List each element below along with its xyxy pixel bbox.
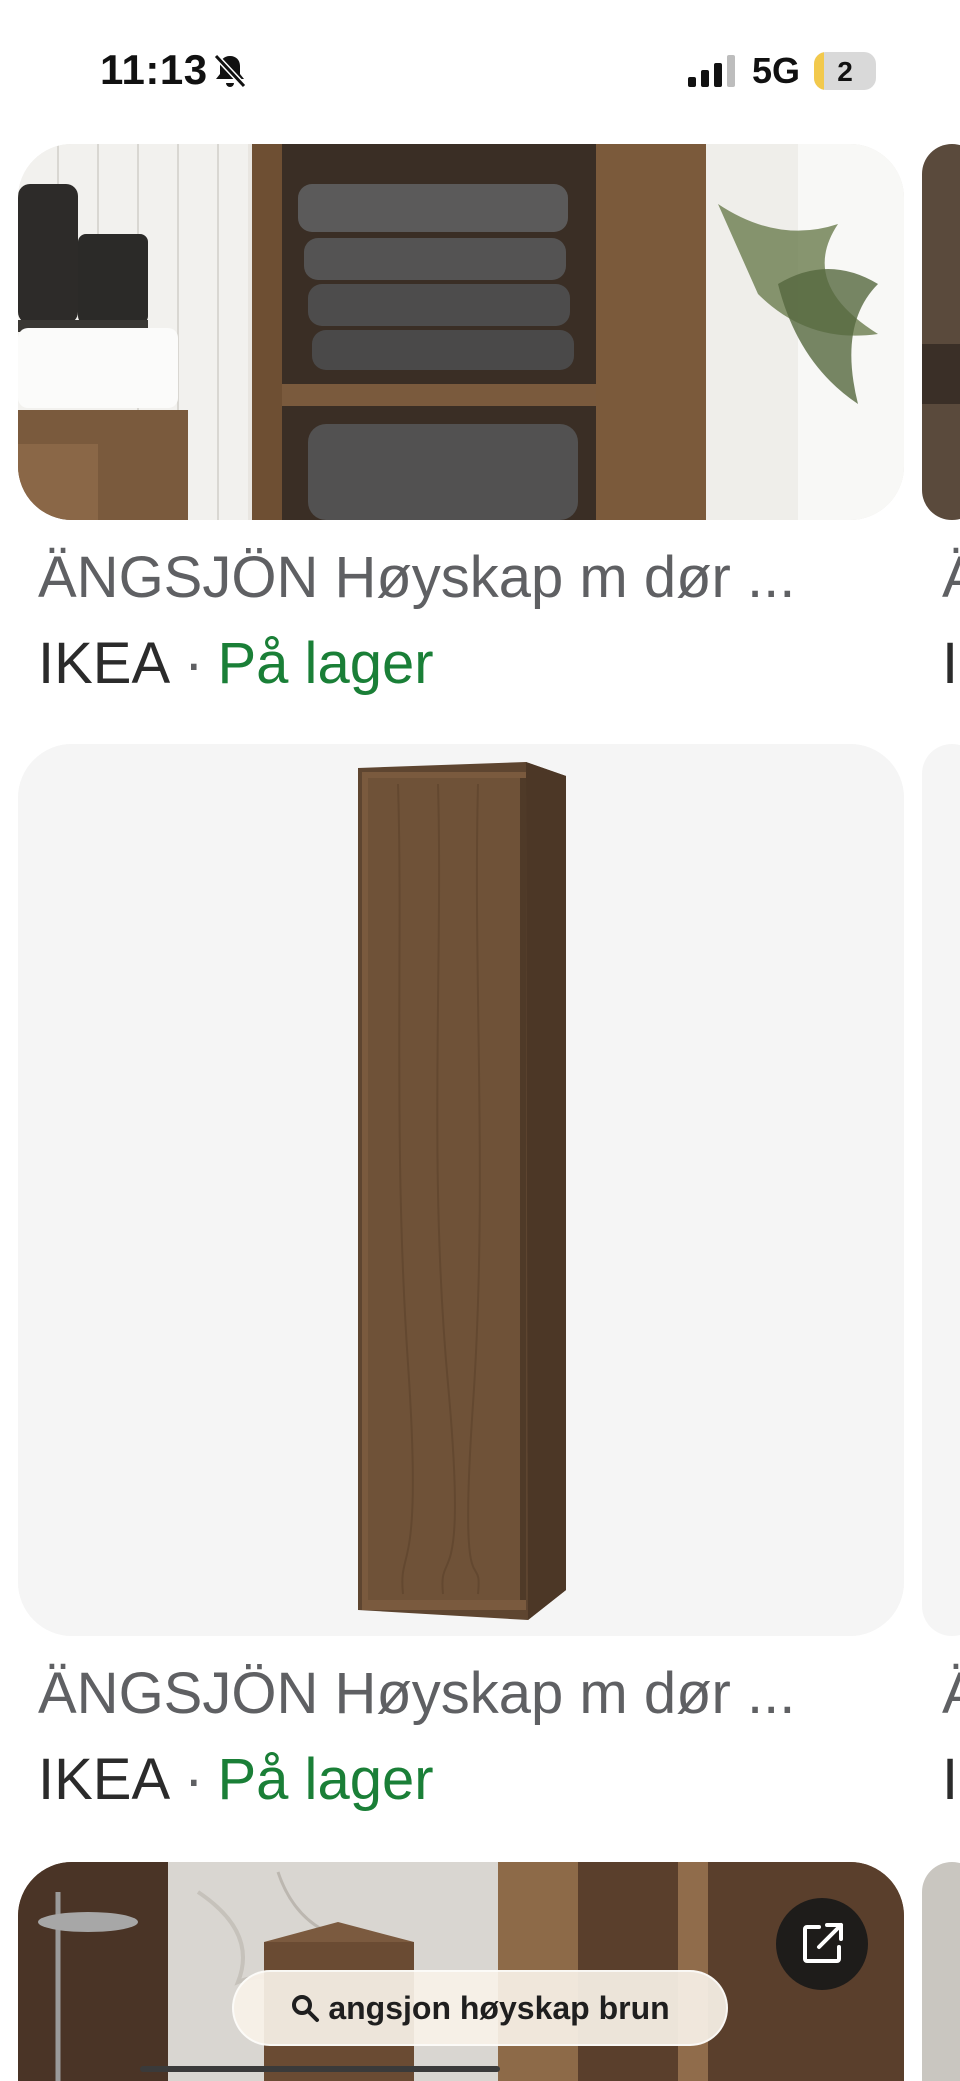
status-time: 11:13 — [100, 46, 208, 93]
availability-badge: På lager — [217, 631, 434, 696]
peek-result-image[interactable] — [922, 1862, 960, 2081]
result-image-tall-cabinet[interactable] — [18, 744, 904, 1636]
battery-icon: 2 — [814, 52, 876, 90]
search-query-text: angsjon høyskap brun — [328, 1989, 670, 2026]
open-external-button[interactable] — [776, 1898, 868, 1990]
result-store: IKEA — [38, 631, 171, 696]
result-title[interactable]: ÄNGSJÖN Høyskap m dør ... — [38, 1660, 878, 1727]
result-store: IKEA — [38, 1747, 171, 1812]
peek-title[interactable]: Ä — [942, 1660, 960, 1727]
search-query-pill[interactable]: angsjon høyskap brun — [232, 1970, 728, 2046]
home-indicator[interactable] — [140, 2066, 500, 2072]
peek-store: I — [942, 1747, 959, 1812]
result-image-bathroom-shelf[interactable] — [18, 144, 904, 520]
signal-icon — [688, 55, 735, 87]
result-meta: IKEA · På lager — [38, 630, 434, 697]
network-type: 5G — [752, 50, 801, 91]
peek-title[interactable]: Ä — [942, 544, 960, 611]
peek-result-image[interactable] — [922, 144, 960, 520]
battery-level: 2 — [837, 56, 853, 87]
separator: · — [184, 1747, 204, 1812]
peek-store: I — [942, 631, 959, 696]
availability-badge: På lager — [217, 1747, 434, 1812]
open-external-icon — [803, 1923, 843, 1963]
status-bar: 11:13 5G 2 — [0, 0, 960, 140]
result-meta: IKEA · På lager — [38, 1746, 434, 1813]
peek-result-image[interactable] — [922, 744, 960, 1636]
bell-slash-icon — [213, 53, 247, 89]
search-icon — [292, 1995, 320, 2022]
result-title[interactable]: ÄNGSJÖN Høyskap m dør ... — [38, 544, 878, 611]
separator: · — [184, 631, 204, 696]
